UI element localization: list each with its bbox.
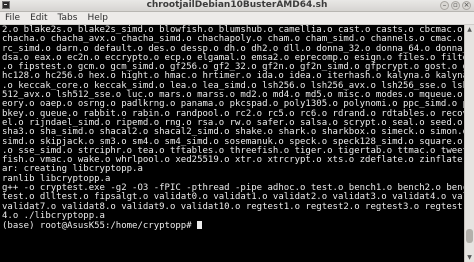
shell-prompt: (base) root@AsusK55:/home/cryptopp#	[2, 221, 198, 232]
scrollbar[interactable]: ▲ ▼	[464, 25, 474, 262]
title-bar[interactable]: chrootjailDebian10BusterAMD64.sh – ▫ ×	[0, 0, 474, 12]
terminal-output[interactable]: 2.o blake2s.o blake2s_simd.o blowfish.o …	[0, 25, 464, 262]
terminal-line: 4.o ./libcryptopp.a	[2, 210, 105, 221]
window-title: chrootjailDebian10BusterAMD64.sh	[146, 0, 328, 10]
terminal-window: chrootjailDebian10BusterAMD64.sh – ▫ × F…	[0, 0, 474, 262]
menu-bar: File Edit Tabs Help	[0, 12, 474, 25]
maximize-button[interactable]: ▫	[451, 1, 460, 10]
menu-help[interactable]: Help	[82, 12, 113, 24]
window-controls: – ▫ ×	[440, 1, 471, 10]
menu-tabs[interactable]: Tabs	[53, 12, 83, 24]
close-button[interactable]: ×	[462, 1, 471, 10]
scrollbar-thumb[interactable]	[466, 229, 473, 243]
terminal-cursor	[197, 221, 203, 230]
menu-edit[interactable]: Edit	[25, 12, 52, 24]
terminal-text: 2.o blake2s.o blake2s_simd.o blowfish.o …	[0, 25, 464, 232]
minimize-button[interactable]: –	[440, 1, 449, 10]
scroll-down-icon[interactable]: ▼	[465, 253, 474, 262]
scroll-up-icon[interactable]: ▲	[465, 25, 474, 34]
menu-file[interactable]: File	[0, 12, 25, 24]
